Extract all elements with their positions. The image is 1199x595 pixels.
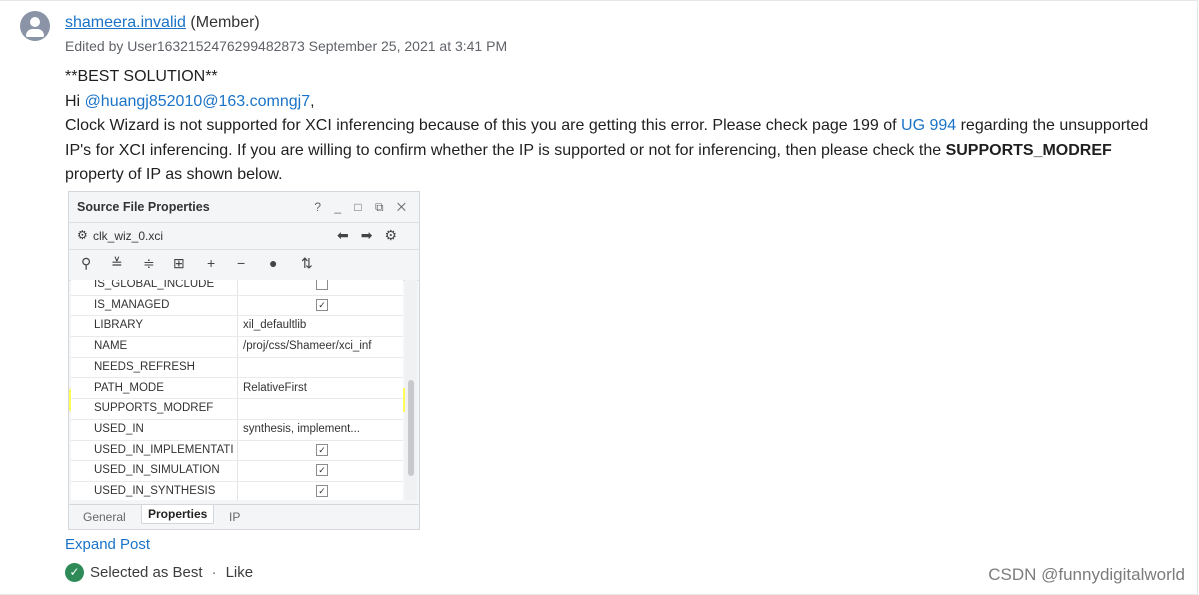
property-value: ✓ [316,464,403,477]
author-role: (Member) [190,14,260,31]
tab-ip: IP [229,510,241,524]
property-name: IS_GLOBAL_INCLUDE [94,280,215,290]
explanation-paragraph: Clock Wizard is not supported for XCI in… [65,114,1175,163]
info-icon: ● [269,255,278,271]
greeting-prefix: Hi [65,92,85,110]
avatar-head [30,17,40,27]
post-body: **BEST SOLUTION** Hi @huangj852010@163.c… [65,65,1175,188]
property-name: USED_IN_SIMULATION [94,464,220,477]
watermark: CSDN @funnydigitalworld [988,565,1185,584]
property-name: NEEDS_REFRESH [94,360,195,373]
expand-icon: ≑ [143,255,155,271]
para-a: Clock Wizard is not supported for XCI in… [65,117,902,134]
scroll-thumb[interactable] [408,380,414,476]
nav-arrows-icon: ⬅➡⚙ [336,227,409,243]
screenshot-filebar: ⚙ clk_wiz_0.xci ⬅➡⚙ [69,222,419,249]
property-name: USED_IN_IMPLEMENTATI [94,443,234,456]
search-icon: ⚲ [81,255,92,271]
collapse-icon: ≚ [111,255,123,271]
author-link[interactable]: shameera.invalid [65,14,186,31]
table-row[interactable]: NEEDS_REFRESH [71,357,403,379]
tab-properties: Properties [141,505,215,524]
checkbox-icon: ✓ [316,464,328,477]
table-row[interactable]: LIBRARY xil_defaultlib [71,315,403,338]
table-row[interactable]: USED_IN_SIMULATION ✓ [71,460,403,482]
checkbox-icon: ✓ [316,298,328,311]
properties-table: IS_GLOBAL_INCLUDE IS_MANAGED ✓ LIBRARY xil_d… [71,280,403,500]
checkbox-icon: ✓ [316,485,328,497]
para-bold: SUPPORTS_MODREF [945,141,1112,159]
property-name: SUPPORTS_MODREF [94,402,214,415]
screenshot-tabs: General Properties IP [69,504,419,529]
checkbox-icon [316,280,328,290]
selected-as-best: Selected as Best [90,564,203,581]
property-value: xil_defaultlib [243,319,307,332]
best-solution-line: **BEST SOLUTION** [65,68,218,85]
table-row[interactable]: SUPPORTS_MODREF [71,398,403,420]
screenshot-toolbar: ⚲ ≚ ≑ ⊞ + − ● ⇅ [69,249,419,281]
table-row[interactable]: NAME/proj/css/Shameer/xci_inf [71,336,403,358]
property-name: PATH_MODE [94,381,164,394]
author-line: shameera.invalid (Member) [65,13,260,33]
table-row[interactable]: IS_GLOBAL_INCLUDE [71,280,403,296]
window-buttons-icon: ? _ □ ⧉ ✕ [314,200,411,214]
mention-link[interactable]: @huangj852010@163.comngj7 [85,93,311,110]
property-name: IS_MANAGED [94,298,170,311]
table-row[interactable]: USED_IN_IMPLEMENTATI ✓ [71,440,403,462]
property-value: ✓ [316,485,403,497]
property-value: /proj/css/Shameer/xci_inf [243,340,372,353]
property-value: ✓ [316,443,403,456]
property-value [316,280,403,293]
tab-general: General [83,510,126,524]
property-name: LIBRARY [94,319,144,332]
add-icon: + [207,255,216,271]
embedded-screenshot: Source File Properties ? _ □ ⧉ ✕ ⚙ clk_w… [68,191,420,530]
property-name: NAME [94,340,128,353]
greeting-suffix: , [310,92,315,110]
scrollbar[interactable] [405,280,417,500]
file-icon: ⚙ [77,228,88,242]
remove-icon: − [237,255,246,271]
screenshot-title: Source File Properties [77,200,210,214]
table-row[interactable]: USED_IN_SYNTHESIS ✓ [71,481,403,500]
para-c: property of IP as shown below. [65,166,283,183]
property-value: synthesis, implement... [243,422,360,435]
edited-info: Edited by User1632152476299482873 Septem… [65,38,508,54]
greeting-line: Hi @huangj852010@163.comngj7, [65,90,1175,115]
property-name: USED_IN [94,422,144,435]
table-row[interactable]: PATH_MODE RelativeFirst [71,378,403,400]
screenshot-titlebar: Source File Properties ? _ □ ⧉ ✕ [69,192,419,222]
property-value: ✓ [316,298,403,311]
like-button[interactable]: Like [226,564,254,581]
expand-post-link[interactable]: Expand Post [65,536,150,553]
table-row[interactable]: USED_IN synthesis, implement... [71,419,403,441]
sort-icon: ⇅ [301,255,313,271]
screenshot-filename: clk_wiz_0.xci [93,229,164,243]
table-row[interactable]: IS_MANAGED ✓ [71,295,403,317]
hierarchy-icon: ⊞ [173,255,185,271]
avatar-icon[interactable] [20,11,50,41]
property-name: USED_IN_SYNTHESIS [94,485,216,497]
avatar-shoulders [26,29,44,37]
property-value: RelativeFirst [243,381,307,394]
check-circle-icon: ✓ [65,563,84,582]
post-actions: ✓ Selected as Best · Like [65,563,253,582]
separator-dot: · [211,564,217,581]
checkbox-icon: ✓ [316,443,328,456]
ug994-link[interactable]: UG 994 [901,117,956,134]
